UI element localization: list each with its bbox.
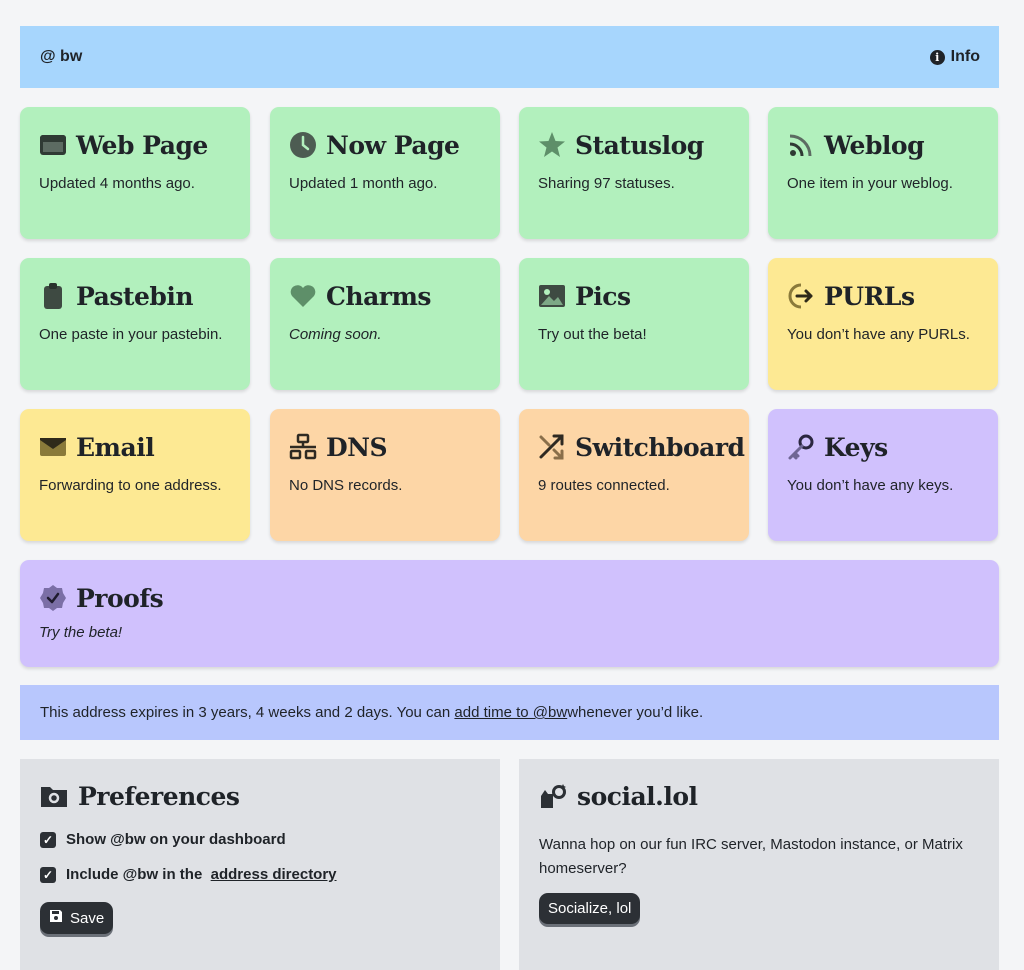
preferences-panel: Preferences ✓ Show @bw on your dashboard… — [20, 759, 500, 970]
card-statuslog[interactable]: Statuslog Sharing 97 statuses. — [519, 107, 749, 239]
social-cat-icon — [539, 782, 567, 810]
card-desc: Sharing 97 statuses. — [538, 175, 675, 192]
option-label: Include @bw in the address directory — [66, 866, 337, 883]
card-title: Statuslog — [575, 130, 704, 160]
card-pics[interactable]: Pics Try out the beta! — [519, 258, 749, 390]
envelope-icon — [39, 433, 67, 461]
card-keys[interactable]: Keys You don’t have any keys. — [768, 409, 998, 541]
include-in-directory-option: ✓ Include @bw in the address directory — [40, 866, 480, 883]
card-desc: Updated 4 months ago. — [39, 175, 195, 192]
option-label: Show @bw on your dashboard — [66, 831, 286, 848]
socialize-button[interactable]: Socialize, lol — [539, 893, 641, 924]
info-icon: i — [929, 49, 945, 65]
clock-icon — [289, 131, 317, 159]
card-title: Proofs — [76, 583, 164, 613]
card-desc: No DNS records. — [289, 477, 403, 494]
floppy-disk-icon — [49, 909, 63, 927]
folder-gear-icon — [40, 782, 68, 810]
card-desc: Try out the beta! — [538, 326, 647, 343]
card-web-page[interactable]: Web Page Updated 4 months ago. — [20, 107, 250, 239]
card-title: PURLs — [824, 281, 915, 311]
notice-text-after: whenever you’d like. — [567, 704, 704, 721]
notice-text: This address expires in 3 years, 4 weeks… — [40, 704, 451, 721]
clipboard-icon — [39, 282, 67, 310]
card-title: Now Page — [326, 130, 460, 160]
card-title: Charms — [326, 281, 431, 311]
card-desc: 9 routes connected. — [538, 477, 670, 494]
card-desc: Forwarding to one address. — [39, 477, 222, 494]
address-label: @ bw — [40, 48, 83, 65]
card-proofs[interactable]: Proofs Try the beta! — [20, 560, 999, 667]
heart-icon — [289, 282, 317, 310]
card-now-page[interactable]: Now Page Updated 1 month ago. — [270, 107, 500, 239]
browser-icon — [39, 131, 67, 159]
show-on-dashboard-checkbox[interactable]: ✓ — [40, 831, 56, 848]
shuffle-icon — [538, 433, 566, 461]
star-icon — [538, 131, 566, 159]
address-directory-link[interactable]: address directory — [211, 866, 337, 883]
add-time-link[interactable]: add time to @bw — [454, 704, 567, 721]
card-charms[interactable]: Charms Coming soon. — [270, 258, 500, 390]
card-title: Switchboard — [575, 432, 745, 462]
save-label: Save — [70, 909, 105, 927]
card-weblog[interactable]: Weblog One item in your weblog. — [768, 107, 998, 239]
card-desc: One paste in your pastebin. — [39, 326, 223, 343]
card-email[interactable]: Email Forwarding to one address. — [20, 409, 250, 541]
info-label: Info — [950, 48, 980, 65]
card-desc: You don’t have any PURLs. — [787, 326, 970, 343]
social-panel: social.lol Wanna hop on our fun IRC serv… — [519, 759, 999, 970]
card-title: Pastebin — [76, 281, 194, 311]
card-title: Email — [76, 432, 155, 462]
card-title: Pics — [575, 281, 631, 311]
top-bar: @ bw i Info — [20, 26, 999, 88]
preferences-title: Preferences — [78, 781, 240, 811]
info-button[interactable]: i Info — [929, 48, 980, 66]
card-title: Weblog — [824, 130, 925, 160]
card-pastebin[interactable]: Pastebin One paste in your pastebin. — [20, 258, 250, 390]
rss-icon — [787, 131, 815, 159]
social-title: social.lol — [577, 781, 698, 811]
card-title: DNS — [326, 432, 388, 462]
option-label-text: Include @bw in the — [66, 866, 207, 883]
card-desc: You don’t have any keys. — [787, 477, 954, 494]
show-on-dashboard-option: ✓ Show @bw on your dashboard — [40, 831, 480, 848]
card-dns[interactable]: DNS No DNS records. — [270, 409, 500, 541]
include-in-directory-checkbox[interactable]: ✓ — [40, 866, 56, 883]
key-icon — [787, 433, 815, 461]
card-desc: Coming soon. — [289, 326, 382, 343]
card-switchboard[interactable]: Switchboard 9 routes connected. — [519, 409, 749, 541]
card-title: Keys — [824, 432, 888, 462]
card-desc: Try the beta! — [39, 624, 123, 641]
expiry-notice: This address expires in 3 years, 4 weeks… — [20, 685, 999, 740]
card-title: Web Page — [76, 130, 208, 160]
badge-check-icon — [39, 584, 67, 612]
social-description: Wanna hop on our fun IRC server, Mastodo… — [539, 836, 963, 877]
redirect-icon — [787, 282, 815, 310]
card-purls[interactable]: PURLs You don’t have any PURLs. — [768, 258, 998, 390]
image-icon — [538, 282, 566, 310]
save-button[interactable]: Save — [40, 902, 114, 934]
card-desc: One item in your weblog. — [787, 175, 953, 192]
card-desc: Updated 1 month ago. — [289, 175, 438, 192]
network-icon — [289, 433, 317, 461]
